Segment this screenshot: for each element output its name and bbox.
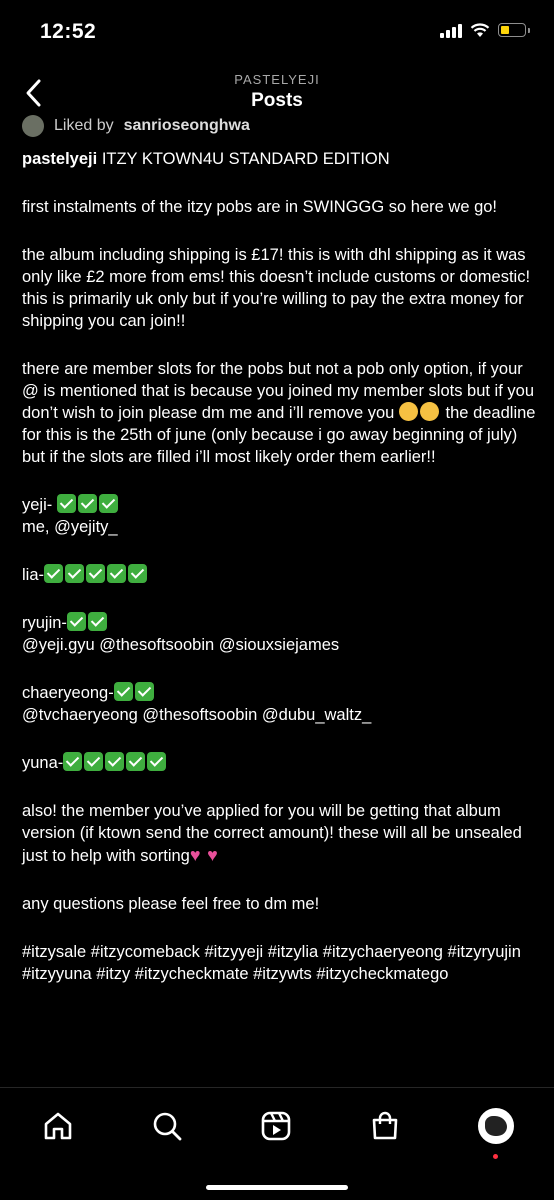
slot-yeji: yeji- me, @yejity_ [22,494,537,538]
check-mark-icon [147,752,167,771]
check-mark-icon [126,752,146,771]
notification-dot [493,1154,498,1159]
caption-paragraph-5: any questions please feel free to dm me! [22,895,320,913]
profile-avatar [478,1108,514,1144]
home-indicator[interactable] [206,1185,348,1190]
slot-yuna-label: yuna- [22,754,64,772]
shop-icon[interactable] [365,1106,405,1146]
status-icons [440,22,530,38]
liked-by-row[interactable]: Liked by sanrioseonghwa [22,112,250,140]
caption-paragraph-2: the album including shipping is £17! thi… [22,246,531,330]
check-mark-icon [86,564,106,583]
slot-lia-label: lia- [22,566,45,584]
caption-headline: pastelyeji ITZY KTOWN4U STANDARD EDITION [22,148,537,170]
slot-yeji-label: yeji- [22,496,53,514]
check-mark-icon [105,752,125,771]
status-bar: 12:52 [0,0,554,64]
check-mark-icon [107,564,127,583]
check-mark-icon [66,612,86,631]
slot-yeji-members[interactable]: me, @yejity_ [22,518,118,536]
check-mark-icon [77,494,97,513]
check-mark-icon [87,612,107,631]
battery-icon [498,23,530,37]
status-time: 12:52 [40,20,97,43]
check-mark-icon [44,564,64,583]
wifi-icon [470,23,490,37]
check-mark-icon [56,494,76,513]
caption-paragraph-4: also! the member you’ve applied for you … [22,800,537,867]
search-icon[interactable] [147,1106,187,1146]
caption-hashtags[interactable]: #itzysale #itzycomeback #itzyyeji #itzyl… [22,941,537,985]
check-mark-icon [134,682,154,701]
check-mark-icon [113,682,133,701]
caption-paragraph-4-text: also! the member you’ve applied for you … [22,802,522,865]
nav-username[interactable]: PASTELYEJI [0,72,554,87]
smiling-face-emoji-icon [419,402,439,421]
slot-ryujin-members[interactable]: @yeji.gyu @thesoftsoobin @siouxsiejames [22,636,339,654]
home-icon[interactable] [38,1106,78,1146]
page-title: Posts [251,90,303,111]
slot-ryujin-label: ryujin- [22,614,67,632]
bottom-tab-bar [0,1087,554,1200]
caption-username[interactable]: pastelyeji [22,150,97,168]
check-mark-icon [65,564,85,583]
slot-chaeryeong: chaeryeong- @tvchaeryeong @thesoftsoobin… [22,682,537,726]
caption-paragraph-3: there are member slots for the pobs but … [22,358,537,468]
liker-avatar [22,115,44,137]
check-mark-icon [84,752,104,771]
slot-lia: lia- [22,564,537,586]
check-mark-icon [63,752,83,771]
slot-chaeryeong-label: chaeryeong- [22,684,114,702]
caption-paragraph-1: first instalments of the itzy pobs are i… [22,198,498,216]
check-mark-icon [128,564,148,583]
check-mark-icon [98,494,118,513]
pink-heart-icon: ♥ [207,845,218,865]
slot-yuna: yuna- [22,752,537,774]
smiling-face-emoji-icon [398,402,418,421]
liked-by-prefix: Liked by [54,117,114,134]
pink-heart-icon: ♥ [189,845,201,865]
reels-icon[interactable] [256,1106,296,1146]
slot-chaeryeong-members[interactable]: @tvchaeryeong @thesoftsoobin @dubu_waltz… [22,706,371,724]
signal-icon [440,22,462,38]
caption-headline-text: ITZY KTOWN4U STANDARD EDITION [101,150,390,168]
slot-ryujin: ryujin- @yeji.gyu @thesoftsoobin @siouxs… [22,612,537,656]
liked-by-user[interactable]: sanrioseonghwa [124,117,250,135]
profile-tab[interactable] [476,1106,516,1146]
post-caption: pastelyeji ITZY KTOWN4U STANDARD EDITION… [22,148,537,1011]
